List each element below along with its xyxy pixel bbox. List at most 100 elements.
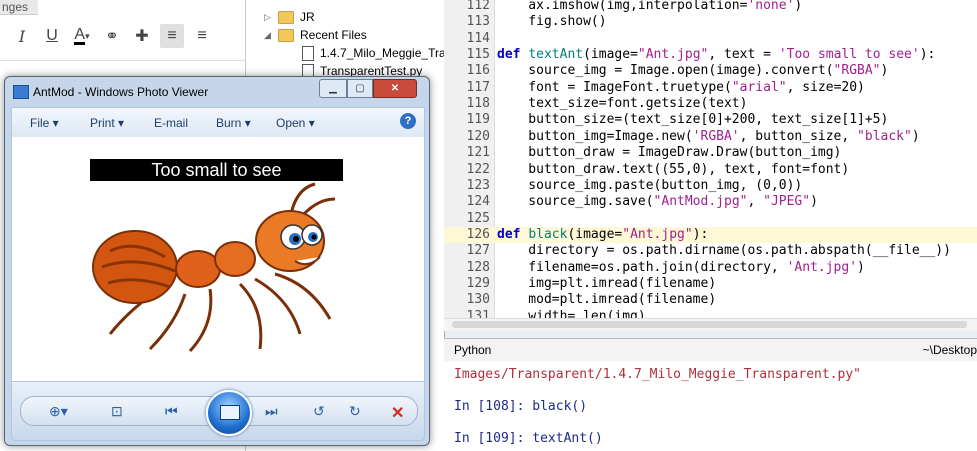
code-line[interactable]: 118 text_size=font.getsize(text)	[444, 96, 977, 112]
console-line: In [108]: black()	[454, 399, 588, 414]
code-line[interactable]: 115 def textAnt(image="Ant.jpg", text = '…	[444, 47, 977, 63]
console-line: In [109]: textAnt()	[454, 431, 603, 446]
code-line[interactable]: 123 source_img.paste(button_img, (0,0))	[444, 178, 977, 194]
link-icon[interactable]: ⚭	[100, 24, 124, 48]
code-line[interactable]: 126 def black(image="Ant.jpg"):	[444, 226, 977, 243]
code-line[interactable]: 113 fig.show()	[444, 14, 977, 30]
collapse-arrow-icon[interactable]: ◢	[264, 30, 274, 41]
line-number: 125	[466, 210, 490, 226]
tree-item-recent-files[interactable]: ◢ Recent Files	[264, 26, 367, 44]
code-line[interactable]: 119 button_size=(text_size[0]+200, text_…	[444, 112, 977, 128]
code-text: button_size=(text_size[0]+200, text_size…	[497, 112, 889, 128]
next-icon[interactable]: ⏭	[265, 404, 278, 418]
photo-viewer-window[interactable]: AntMod - Windows Photo Viewer ▁ ▢ ✕ File…	[4, 76, 430, 446]
line-number: 128	[466, 259, 490, 275]
code-text: filename=os.path.join(directory, 'Ant.jp…	[497, 259, 865, 275]
line-number: 126	[466, 226, 490, 242]
code-line[interactable]: 124 source_img.save("AntMod.jpg", "JPEG"…	[444, 194, 977, 210]
code-text: def textAnt(image="Ant.jpg", text = 'Too…	[497, 47, 936, 63]
comment-icon[interactable]: ✚	[130, 24, 154, 48]
code-text: directory = os.path.dirname(os.path.absp…	[497, 243, 951, 259]
code-line[interactable]: 114	[444, 31, 977, 47]
rotate-counterclockwise-icon[interactable]: ↺	[313, 404, 325, 418]
code-line[interactable]: 117 font = ImageFont.truetype("arial", s…	[444, 80, 977, 96]
line-number: 120	[466, 128, 490, 144]
code-line[interactable]: 120 button_img=Image.new('RGBA', button_…	[444, 129, 977, 145]
changes-tab[interactable]: nges	[0, 0, 38, 15]
underline-icon[interactable]: U	[40, 24, 64, 48]
code-text: fig.show()	[497, 14, 607, 30]
tree-item-jr[interactable]: ▷ JR	[264, 8, 315, 26]
code-line[interactable]: 127 directory = os.path.dirname(os.path.…	[444, 243, 977, 259]
line-number: 124	[466, 194, 490, 210]
code-text: img=plt.imread(filename)	[497, 275, 717, 291]
image-canvas: Too small to see	[11, 137, 425, 381]
align-center-icon[interactable]: ≡	[190, 24, 214, 48]
code-line[interactable]: 128 filename=os.path.join(directory, 'An…	[444, 260, 977, 276]
slideshow-button[interactable]	[206, 390, 252, 436]
navigation-bar: ⊕▾ ⊡ ⏮ ⏭ ↺ ↻ ✕	[20, 390, 418, 436]
line-number: 123	[466, 177, 490, 193]
align-left-icon[interactable]: ≡	[160, 24, 184, 48]
code-text: button_draw = ImageDraw.Draw(button_img)	[497, 145, 842, 161]
code-line[interactable]: 116 source_img = Image.open(image).conve…	[444, 63, 977, 79]
line-number: 127	[466, 243, 490, 259]
code-editor[interactable]: 112 ax.imshow(img,interpolation='none') 1…	[444, 0, 977, 324]
scrollbar-thumb[interactable]	[452, 321, 967, 328]
close-button[interactable]: ✕	[373, 79, 417, 98]
code-text: def black(image="Ant.jpg"):	[497, 226, 709, 242]
line-number: 112	[466, 0, 490, 13]
menu-burn[interactable]: Burn ▾	[216, 116, 251, 130]
code-line[interactable]: 122 button_draw.text((55,0), text, font=…	[444, 162, 977, 178]
photo-viewer-app-icon	[13, 85, 29, 99]
menu-print[interactable]: Print ▾	[90, 116, 124, 130]
line-number: 113	[466, 14, 490, 30]
zoom-icon[interactable]: ⊕▾	[49, 404, 68, 418]
console-header: Python ~\Desktop	[444, 338, 977, 362]
editor-horizontal-scrollbar[interactable]	[444, 318, 977, 331]
line-number: 121	[466, 145, 490, 161]
window-title: AntMod - Windows Photo Viewer	[33, 85, 209, 99]
help-icon[interactable]: ?	[400, 113, 416, 129]
code-text: source_img = Image.open(image).convert("…	[497, 63, 889, 79]
code-line[interactable]: 130 mod=plt.imread(filename)	[444, 292, 977, 308]
expand-arrow-icon[interactable]: ▷	[264, 12, 274, 23]
text-color-icon[interactable]: A ▾	[70, 24, 94, 48]
ant-illustration	[92, 182, 336, 353]
window-controls: ▁ ▢ ✕	[319, 79, 417, 98]
code-text: button_draw.text((55,0), text, font=font…	[497, 161, 850, 177]
tree-item-label: 1.4.7_Milo_Meggie_Trar	[320, 46, 450, 60]
tree-item-file[interactable]: 1.4.7_Milo_Meggie_Trar	[302, 44, 450, 62]
menu-open[interactable]: Open ▾	[276, 116, 315, 130]
previous-icon[interactable]: ⏮	[165, 404, 178, 418]
code-line[interactable]: 121 button_draw = ImageDraw.Draw(button_…	[444, 145, 977, 161]
code-text: mod=plt.imread(filename)	[497, 292, 717, 308]
python-file-icon	[302, 45, 314, 61]
delete-icon[interactable]: ✕	[391, 403, 404, 423]
console-title: Python	[454, 343, 492, 357]
line-number: 118	[466, 96, 490, 112]
maximize-button[interactable]: ▢	[347, 79, 373, 98]
italic-icon[interactable]: I	[10, 24, 34, 48]
title-bar[interactable]: AntMod - Windows Photo Viewer ▁ ▢ ✕	[5, 77, 429, 105]
minimize-button[interactable]: ▁	[319, 79, 347, 98]
menu-file[interactable]: File ▾	[30, 116, 59, 130]
code-line[interactable]: 125	[444, 211, 977, 227]
ant-image: Too small to see	[90, 159, 343, 359]
line-number: 115	[466, 47, 490, 63]
python-console[interactable]: Images/Transparent/1.4.7_Milo_Meggie_Tra…	[444, 361, 977, 451]
folder-icon	[278, 10, 294, 24]
toolbar-divider	[0, 60, 245, 61]
actual-size-icon[interactable]: ⊡	[111, 404, 123, 418]
code-line[interactable]: 129 img=plt.imread(filename)	[444, 276, 977, 292]
tree-item-label: JR	[300, 10, 315, 24]
line-number: 119	[466, 112, 490, 128]
code-text: text_size=font.getsize(text)	[497, 96, 748, 112]
code-line[interactable]: 112 ax.imshow(img,interpolation='none')	[444, 0, 977, 14]
menu-email[interactable]: E-mail	[154, 116, 188, 130]
format-toolbar: I U A ▾ ⚭ ✚ ≡ ≡	[0, 20, 255, 52]
code-text: source_img.save("AntMod.jpg", "JPEG")	[497, 194, 818, 210]
slideshow-icon	[220, 405, 240, 420]
tree-item-label: Recent Files	[300, 28, 367, 42]
rotate-clockwise-icon[interactable]: ↻	[349, 404, 361, 418]
